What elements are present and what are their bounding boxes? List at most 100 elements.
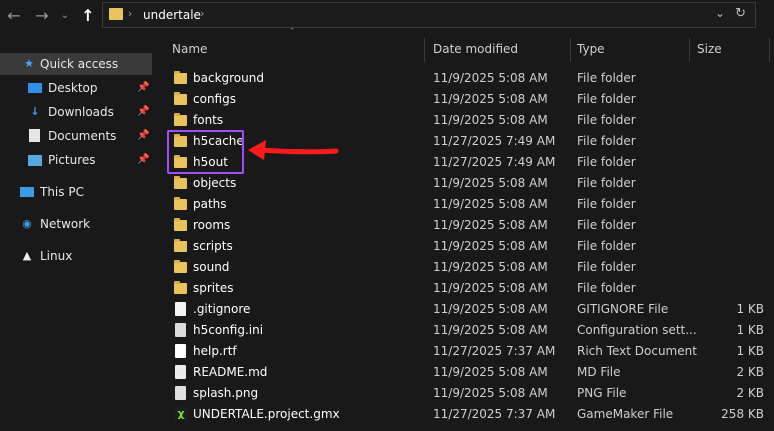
folder-icon [174, 92, 187, 105]
address-history-chevron-icon[interactable]: ⌄ [715, 6, 725, 20]
folder-icon [174, 260, 187, 273]
sidebar-item-network[interactable]: ◉ Network [0, 213, 152, 235]
file-row[interactable]: sound 11/9/2025 5:08 AM File folder [160, 257, 774, 278]
file-size [690, 197, 764, 212]
file-name: .gitignore [193, 302, 251, 316]
file-row[interactable]: background 11/9/2025 5:08 AM File folder [160, 68, 774, 89]
file-row[interactable]: rooms 11/9/2025 5:08 AM File folder [160, 215, 774, 236]
file-name: help.rtf [193, 344, 237, 358]
refresh-icon[interactable]: ↻ [735, 6, 746, 21]
pin-icon[interactable]: 📌 [137, 101, 149, 123]
file-size: 2 KB [736, 365, 764, 379]
file-type: File folder [577, 155, 636, 169]
file-name: fonts [193, 113, 224, 127]
file-type: File folder [577, 197, 636, 211]
file-type: File folder [577, 176, 636, 190]
column-divider[interactable] [424, 38, 425, 62]
sidebar-item-downloads[interactable]: ↓ Downloads 📌 [0, 101, 152, 123]
sidebar-item-pictures[interactable]: Pictures 📌 [0, 149, 152, 171]
highlight-box [167, 130, 244, 174]
sidebar-item-this-pc[interactable]: This PC [0, 181, 152, 203]
folder-icon [174, 239, 187, 252]
file-name: splash.png [193, 386, 259, 400]
sidebar-item-label: Documents [48, 129, 117, 143]
file-name: rooms [193, 218, 231, 232]
pin-icon[interactable]: 📌 [137, 125, 149, 147]
file-size [690, 281, 764, 296]
file-date: 11/9/2025 5:08 AM [433, 176, 548, 190]
column-divider[interactable] [570, 38, 571, 62]
file-type: File folder [577, 260, 636, 274]
column-header-type[interactable]: Type [577, 36, 605, 62]
file-row[interactable]: sprites 11/9/2025 5:08 AM File folder [160, 278, 774, 299]
forward-arrow-icon[interactable]: → [32, 5, 52, 27]
file-date: 11/27/2025 7:49 AM [433, 155, 556, 169]
navigation-pane: ★ Quick access Desktop 📌 ↓ Downloads 📌 D… [0, 36, 152, 431]
back-arrow-icon[interactable]: ← [4, 5, 24, 27]
recent-locations-chevron-icon[interactable]: ⌄ [58, 5, 72, 27]
vertical-scrollbar[interactable] [768, 36, 774, 431]
file-type: File folder [577, 92, 636, 106]
breadcrumb-chevron-icon[interactable]: › [200, 7, 204, 20]
column-divider[interactable] [689, 38, 690, 62]
pin-icon[interactable]: 📌 [137, 77, 149, 99]
file-type: PNG File [577, 386, 627, 400]
sidebar-item-linux[interactable]: ▲ Linux [0, 245, 152, 267]
network-icon: ◉ [22, 217, 32, 230]
file-row[interactable]: README.md 11/9/2025 5:08 AM MD File 2 KB [160, 362, 774, 383]
file-row[interactable]: fonts 11/9/2025 5:08 AM File folder [160, 110, 774, 131]
file-type: GameMaker File [577, 407, 674, 421]
file-row[interactable]: scripts 11/9/2025 5:08 AM File folder [160, 236, 774, 257]
file-row[interactable]: help.rtf 11/27/2025 7:37 AM Rich Text Do… [160, 341, 774, 362]
file-row[interactable]: configs 11/9/2025 5:08 AM File folder [160, 89, 774, 110]
file-row[interactable]: .gitignore 11/9/2025 5:08 AM GITIGNORE F… [160, 299, 774, 320]
column-header-name[interactable]: Name [172, 36, 207, 62]
file-size: 1 KB [736, 302, 764, 316]
file-date: 11/9/2025 5:08 AM [433, 281, 548, 295]
file-date: 11/9/2025 5:08 AM [433, 260, 548, 274]
file-type: File folder [577, 134, 636, 148]
file-date: 11/9/2025 5:08 AM [433, 71, 548, 85]
folder-icon [174, 113, 187, 126]
file-name: UNDERTALE.project.gmx [193, 407, 340, 421]
folder-icon [174, 218, 187, 231]
config-file-icon [175, 323, 186, 337]
up-arrow-icon[interactable]: ↑ [78, 5, 98, 27]
pin-icon[interactable]: 📌 [137, 149, 149, 171]
file-name: h5config.ini [193, 323, 264, 337]
file-name: README.md [193, 365, 268, 379]
file-date: 11/9/2025 5:08 AM [433, 386, 548, 400]
file-type: MD File [577, 365, 621, 379]
file-size [690, 239, 764, 254]
file-row[interactable]: h5config.ini 11/9/2025 5:08 AM Configura… [160, 320, 774, 341]
sidebar-item-quick-access[interactable]: ★ Quick access [0, 53, 152, 75]
file-row[interactable]: paths 11/9/2025 5:08 AM File folder [160, 194, 774, 215]
file-type: GITIGNORE File [577, 302, 669, 316]
file-date: 11/9/2025 5:08 AM [433, 197, 548, 211]
file-date: 11/9/2025 5:08 AM [433, 302, 548, 316]
file-date: 11/9/2025 5:08 AM [433, 92, 548, 106]
sidebar-item-desktop[interactable]: Desktop 📌 [0, 77, 152, 99]
file-row[interactable]: objects 11/9/2025 5:08 AM File folder [160, 173, 774, 194]
file-name: sprites [193, 281, 234, 295]
column-header-size[interactable]: Size [697, 36, 722, 62]
file-row[interactable]: splash.png 11/9/2025 5:08 AM PNG File 2 … [160, 383, 774, 404]
file-name: scripts [193, 239, 233, 253]
address-bar[interactable]: › undertale › ⌄ ↻ [102, 2, 756, 28]
file-type: File folder [577, 281, 636, 295]
document-file-icon [175, 344, 186, 358]
file-name: sound [193, 260, 230, 274]
sidebar-item-label: Downloads [48, 105, 114, 119]
column-header-date-modified[interactable]: Date modified [433, 36, 518, 62]
file-type: Rich Text Document [577, 344, 697, 358]
file-size: 258 KB [721, 407, 764, 421]
file-size [690, 155, 764, 170]
file-row[interactable]: χ UNDERTALE.project.gmx 11/27/2025 7:37 … [160, 404, 774, 425]
file-size [690, 71, 764, 86]
breadcrumb-chevron-icon[interactable]: › [128, 7, 132, 20]
file-date: 11/9/2025 5:08 AM [433, 365, 548, 379]
breadcrumb-current-folder[interactable]: undertale [143, 8, 201, 22]
sidebar-item-documents[interactable]: Documents 📌 [0, 125, 152, 147]
file-name: paths [193, 197, 227, 211]
file-type: Configuration sett... [577, 323, 697, 337]
